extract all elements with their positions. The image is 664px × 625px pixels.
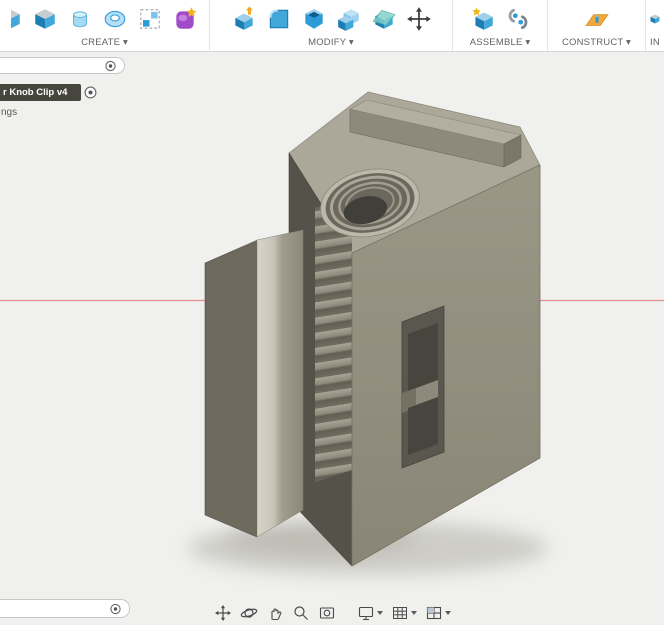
display-settings-control[interactable] <box>356 603 383 622</box>
toolbar-group-construct: CONSTRUCT ▾ <box>548 0 646 51</box>
toolbar-group-assemble: ASSEMBLE ▾ <box>453 0 548 51</box>
shell-icon[interactable] <box>301 6 327 32</box>
orbit-icon[interactable] <box>239 603 258 622</box>
sketch-icon[interactable] <box>11 6 23 32</box>
browser-panel-collapsed <box>0 57 125 74</box>
form-icon[interactable] <box>172 6 198 32</box>
grid-and-snaps-control[interactable] <box>390 603 417 622</box>
combine-icon[interactable] <box>336 6 362 32</box>
modify-menu-label[interactable]: MODIFY ▾ <box>308 37 354 48</box>
grid-icon[interactable] <box>390 603 409 622</box>
model-door-knob-clip[interactable] <box>205 92 540 566</box>
viewports-icon[interactable] <box>424 603 443 622</box>
document-tab[interactable]: r Knob Clip v4 <box>0 84 81 101</box>
thread-cross-section <box>315 196 352 482</box>
browser-expand-button[interactable] <box>104 59 117 72</box>
timeline-panel-collapsed <box>0 599 130 618</box>
box-icon[interactable] <box>32 6 58 32</box>
zoom-icon[interactable] <box>291 603 310 622</box>
fillet-icon[interactable] <box>266 6 292 32</box>
viewport-3d[interactable] <box>0 0 664 625</box>
left-arm <box>205 230 303 537</box>
toolbar-group-modify: MODIFY ▾ <box>210 0 453 51</box>
display-settings-icon[interactable] <box>356 603 375 622</box>
press-pull-icon[interactable] <box>231 6 257 32</box>
chevron-down-icon <box>445 611 451 615</box>
hand-pan-icon[interactable] <box>265 603 284 622</box>
browser-tree-item[interactable]: ngs <box>1 107 17 118</box>
navigation-bar <box>213 603 451 622</box>
rectangular-pattern-icon[interactable] <box>137 6 163 32</box>
create-menu-label[interactable]: CREATE ▾ <box>81 37 128 48</box>
split-body-icon[interactable] <box>371 6 397 32</box>
pan-icon[interactable] <box>213 603 232 622</box>
chevron-down-icon <box>377 611 383 615</box>
coil-icon[interactable] <box>102 6 128 32</box>
construct-menu-label[interactable]: CONSTRUCT ▾ <box>562 37 631 48</box>
toolbar-group-inspect: IN <box>646 0 664 51</box>
inspect-icon[interactable] <box>649 6 661 32</box>
main-toolbar: CREATE ▾ MODIFY ▾ <box>0 0 664 52</box>
inspect-menu-label[interactable]: IN <box>650 37 660 48</box>
move-copy-icon[interactable] <box>406 6 432 32</box>
new-component-icon[interactable] <box>470 6 496 32</box>
joint-icon[interactable] <box>505 6 531 32</box>
recess-pocket <box>402 306 444 468</box>
fit-icon[interactable] <box>317 603 336 622</box>
timeline-expand-button[interactable] <box>109 602 122 615</box>
document-activate-radio[interactable] <box>83 85 98 100</box>
toolbar-group-create: CREATE ▾ <box>0 0 210 51</box>
chevron-down-icon <box>411 611 417 615</box>
assemble-menu-label[interactable]: ASSEMBLE ▾ <box>470 37 531 48</box>
viewports-control[interactable] <box>424 603 451 622</box>
cylinder-icon[interactable] <box>67 6 93 32</box>
construction-plane-icon[interactable] <box>584 6 610 32</box>
